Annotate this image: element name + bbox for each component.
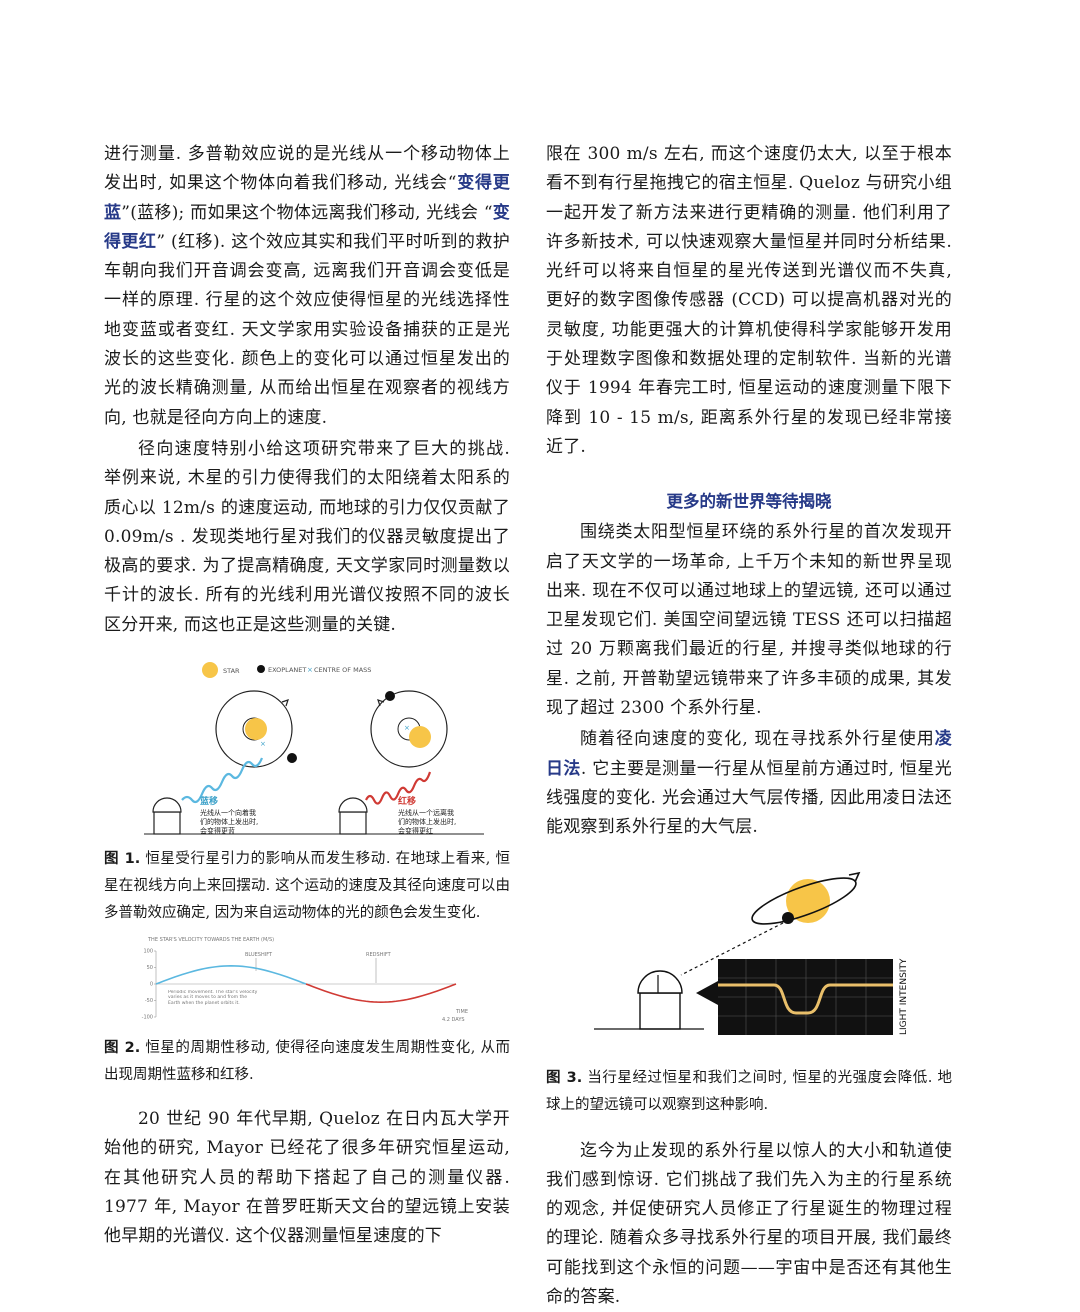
figure-2-caption: 图 2. 恒星的周期性移动, 使得径向速度发生周期性变化, 从而出现周期性蓝移和…: [104, 1040, 511, 1084]
svg-text:会变得更蓝: 会变得更蓝: [200, 826, 235, 835]
right-column: 限在 300 m/s 左右, 而这个速度仍太大, 以至于根本看不到有行星拖拽它的…: [546, 140, 952, 1312]
legend-exoplanet-icon: [257, 665, 265, 674]
annotation-periodic: Periodic movement. The star's velocity v…: [168, 990, 258, 1006]
light-intensity-label: LIGHT INTENSITY: [899, 958, 909, 1035]
y-tick-label: 0: [150, 982, 153, 988]
paragraph-spectrograph: 限在 300 m/s 左右, 而这个速度仍太大, 以至于根本看不到有行星拖拽它的…: [546, 144, 952, 457]
series-line-redshift: [305, 983, 457, 1003]
svg-text:×: ×: [404, 724, 410, 732]
y-tick-label: -50: [145, 998, 153, 1004]
paragraph-new-worlds: 围绕类太阳型恒星环绕的系外行星的首次发现开启了天文学的一场革命, 上千万个未知的…: [546, 522, 952, 719]
x-end-label: 4.2 DAYS: [442, 1017, 465, 1023]
paragraph-doppler: 进行测量. 多普勒效应说的是光线从一个移动物体上发出时, 如果这个物体向着我们移…: [104, 144, 511, 428]
exoplanet-icon: [287, 753, 297, 764]
paragraph-conclusion: 迄今为止发现的系外行星以惊人的大小和轨道使我们感到惊讶. 它们挑战了我们先入为主…: [546, 1140, 952, 1308]
figure-3-diagram: LIGHT INTENSITY: [594, 871, 909, 1035]
legend-star-label: STAR: [223, 667, 240, 675]
annotation-blueshift: BLUESHIFT: [245, 952, 273, 958]
x-axis-label: TIME: [455, 1009, 468, 1015]
paragraph-radial-velocity: 径向速度特别小给这项研究带来了巨大的挑战. 举例来说, 木星的引力使得我们的太阳…: [104, 438, 510, 635]
legend-exoplanet-label: EXOPLANET: [268, 666, 306, 674]
svg-text:×: ×: [307, 666, 313, 674]
svg-text:们的物体上发出时,: 们的物体上发出时,: [200, 817, 258, 826]
legend-com-label: CENTRE OF MASS: [314, 666, 371, 674]
figure-2-chart: THE STAR'S VELOCITY TOWARDS THE EARTH (M…: [142, 937, 468, 1023]
chart-title: THE STAR'S VELOCITY TOWARDS THE EARTH (M…: [147, 937, 274, 943]
blueshift-title: 蓝移: [200, 795, 218, 807]
redshift-orbit: ×: [365, 690, 448, 805]
blueshift-orbit: ×: [181, 690, 297, 804]
y-tick-label: -100: [142, 1015, 153, 1021]
paragraph-transit: 随着径向速度的变化, 现在寻找系外行星使用凌日法. 它主要是测量一行星从恒星前方…: [546, 729, 952, 838]
annotation-redshift: REDSHIFT: [366, 952, 392, 958]
star-icon: [245, 718, 267, 741]
exoplanet-icon: [385, 691, 395, 702]
y-tick-label: 100: [143, 949, 153, 955]
observatory-icon: [594, 969, 704, 1030]
figure-1-caption: 图 1. 恒星受行星引力的影响从而发生移动. 在地球上看来, 恒星在视线方向上来…: [104, 851, 511, 922]
y-tick-label: 50: [147, 965, 153, 971]
svg-text:光线从一个远离我: 光线从一个远离我: [398, 808, 454, 817]
figure-3-caption: 图 3. 当行星经过恒星和我们之间时, 恒星的光强度会降低. 地球上的望远镜可以…: [546, 1069, 953, 1113]
redshift-title: 红移: [398, 795, 416, 807]
series-line-blueshift: [155, 965, 307, 985]
svg-text:会变得更红: 会变得更红: [398, 826, 433, 835]
legend-star-icon: [202, 662, 218, 679]
svg-text:们的物体上发出时,: 们的物体上发出时,: [398, 817, 456, 826]
figure-1-diagram: STAR EXOPLANET × CENTRE OF MASS × × 蓝移 光…: [144, 662, 484, 835]
svg-text:光线从一个向着我: 光线从一个向着我: [200, 808, 256, 817]
star-icon: [409, 726, 431, 749]
svg-text:×: ×: [260, 740, 266, 748]
light-curve-panel: LIGHT INTENSITY: [718, 958, 909, 1035]
paragraph-queloz: 20 世纪 90 年代早期, Queloz 在日内瓦大学开始他的研究, Mayo…: [104, 1109, 510, 1247]
section-title: 更多的新世界等待揭晓: [666, 492, 832, 512]
exoplanet-icon: [782, 911, 794, 924]
left-column: 进行测量. 多普勒效应说的是光线从一个移动物体上发出时, 如果这个物体向着我们移…: [104, 140, 510, 1252]
